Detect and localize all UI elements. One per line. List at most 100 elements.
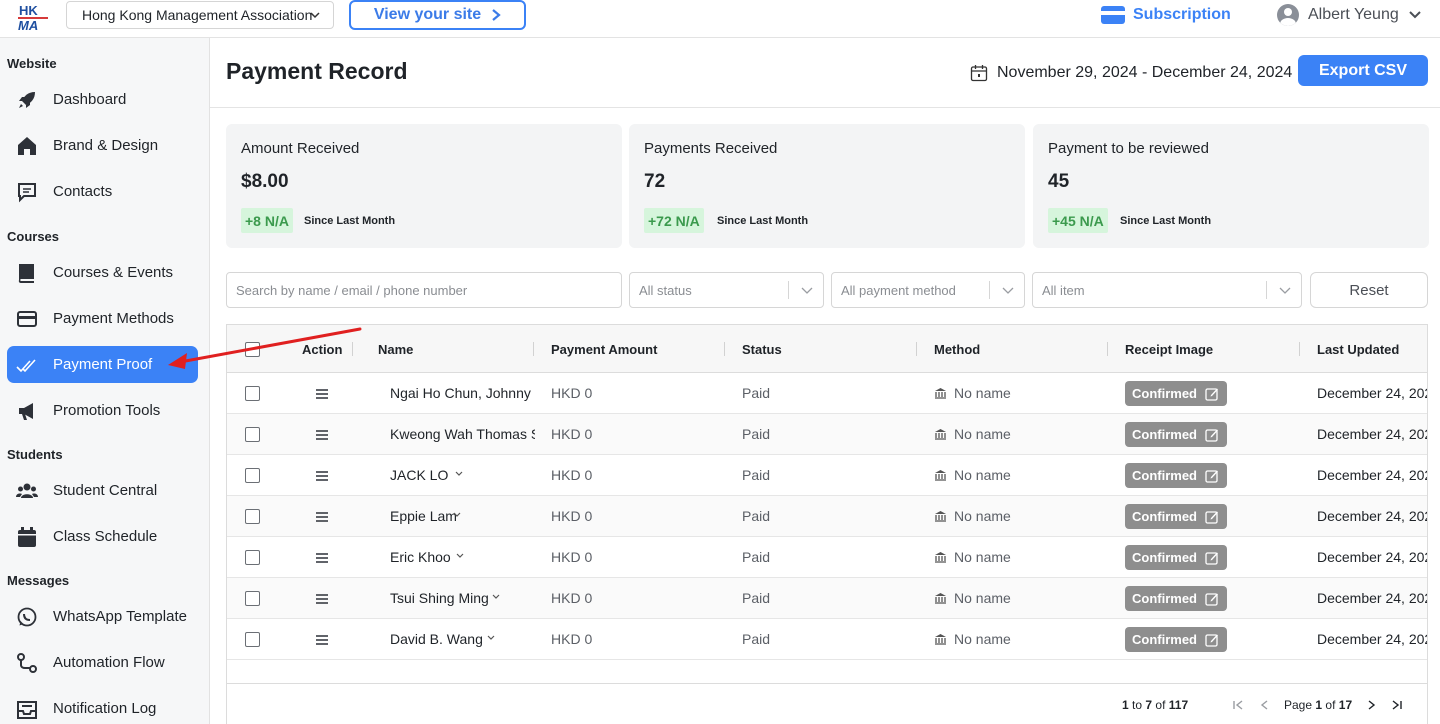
receipt-confirmed-button[interactable]: Confirmed [1125, 586, 1227, 611]
menu-icon[interactable] [316, 512, 328, 522]
status-filter-select[interactable]: All status [629, 272, 824, 308]
row-last-updated: December 24, 2024 [1317, 385, 1428, 401]
row-amount: HKD 0 [551, 467, 593, 483]
sidebar-item-student-central[interactable]: Student Central [7, 472, 198, 509]
row-checkbox[interactable] [245, 632, 260, 647]
chevron-down-icon[interactable] [456, 553, 464, 559]
receipt-status-label: Confirmed [1132, 509, 1197, 524]
menu-icon[interactable] [316, 635, 328, 645]
search-placeholder: Search by name / email / phone number [236, 282, 468, 298]
search-input[interactable]: Search by name / email / phone number [226, 272, 622, 308]
hkma-logo[interactable]: HK MA [16, 2, 54, 34]
rocket-icon [19, 92, 35, 108]
table-row[interactable]: JACK LO HKD 0 Paid No name Confirmed Dec… [227, 455, 1427, 496]
stat-card-payment-to-be-reviewed: Payment to be reviewed 45 +45 N/A Since … [1033, 124, 1429, 248]
export-csv-button[interactable]: Export CSV [1298, 55, 1428, 86]
stat-value: $8.00 [241, 171, 289, 192]
receipt-confirmed-button[interactable]: Confirmed [1125, 463, 1227, 488]
menu-icon[interactable] [316, 471, 328, 481]
user-name: Albert Yeung [1308, 6, 1399, 23]
column-name[interactable]: Name [378, 342, 413, 357]
sidebar-item-notification-log[interactable]: Notification Log [7, 690, 198, 724]
table-row[interactable]: Tsui Shing Ming HKD 0 Paid No name Confi… [227, 578, 1427, 619]
sidebar-item-brand-design[interactable]: Brand & Design [7, 127, 198, 164]
organization-name: Hong Kong Management Association [82, 7, 313, 23]
row-status: Paid [742, 549, 771, 565]
chevron-down-icon[interactable] [492, 594, 500, 600]
table-row[interactable]: David B. Wang HKD 0 Paid No name Confirm… [227, 619, 1427, 660]
sidebar-item-whatsapp-template[interactable]: WhatsApp Template [7, 598, 198, 635]
menu-icon[interactable] [316, 594, 328, 604]
row-checkbox[interactable] [245, 591, 260, 606]
item-filter-select[interactable]: All item [1032, 272, 1302, 308]
row-method-label: No name [954, 426, 1011, 442]
receipt-status-label: Confirmed [1132, 468, 1197, 483]
reset-button[interactable]: Reset [1310, 272, 1428, 308]
sidebar-item-promotion-tools[interactable]: Promotion Tools [7, 392, 198, 429]
column-status[interactable]: Status [742, 342, 782, 357]
column-method[interactable]: Method [934, 342, 980, 357]
sidebar-item-label: Student Central [53, 482, 158, 499]
column-separator [916, 342, 917, 356]
pagination-range: 1 to 7 of 117 [1122, 698, 1189, 712]
table-row[interactable]: Eric Khoo HKD 0 Paid No name Confirmed D… [227, 537, 1428, 578]
view-site-button[interactable]: View your site [349, 0, 526, 30]
row-last-updated: December 24, 2024 [1317, 549, 1428, 565]
sidebar-item-automation-flow[interactable]: Automation Flow [7, 644, 198, 681]
payment-method-filter-select[interactable]: All payment method [831, 272, 1025, 308]
receipt-confirmed-button[interactable]: Confirmed [1125, 381, 1227, 406]
date-range-picker[interactable]: November 29, 2024 - December 24, 2024 [970, 64, 1292, 82]
receipt-confirmed-button[interactable]: Confirmed [1125, 422, 1227, 447]
view-site-label: View your site [373, 6, 482, 23]
row-status: Paid [742, 631, 771, 647]
sidebar-item-label: Notification Log [53, 700, 157, 717]
stat-label: Amount Received [241, 140, 360, 157]
first-page-icon[interactable] [1232, 699, 1244, 711]
sidebar-item-label: Payment Methods [53, 310, 174, 327]
user-menu[interactable]: Albert Yeung [1277, 4, 1422, 26]
payment-table: Action Name Payment Amount Status Method… [226, 324, 1428, 724]
row-method-label: No name [954, 549, 1011, 565]
sidebar-item-class-schedule[interactable]: Class Schedule [7, 518, 198, 555]
next-page-icon[interactable] [1365, 699, 1377, 711]
sidebar-item-dashboard[interactable]: Dashboard [7, 81, 198, 118]
edit-icon [1205, 428, 1218, 442]
sidebar-item-label: WhatsApp Template [53, 608, 187, 625]
row-checkbox[interactable] [245, 509, 260, 524]
receipt-confirmed-button[interactable]: Confirmed [1125, 504, 1227, 529]
chevron-down-icon[interactable] [455, 471, 463, 477]
column-receipt-image[interactable]: Receipt Image [1125, 342, 1213, 357]
chevron-down-icon[interactable] [453, 512, 461, 518]
row-last-updated: December 24, 2024 [1317, 508, 1428, 524]
sidebar-item-courses-events[interactable]: Courses & Events [7, 254, 198, 291]
receipt-status-label: Confirmed [1132, 550, 1197, 565]
menu-icon[interactable] [316, 430, 328, 440]
row-checkbox[interactable] [245, 550, 260, 565]
column-payment-amount[interactable]: Payment Amount [551, 342, 657, 357]
row-checkbox[interactable] [245, 468, 260, 483]
last-page-icon[interactable] [1391, 699, 1403, 711]
row-checkbox[interactable] [245, 427, 260, 442]
chevron-down-icon [310, 12, 320, 19]
sidebar-item-label: Promotion Tools [53, 402, 161, 419]
organization-select[interactable]: Hong Kong Management Association [66, 1, 334, 29]
menu-icon[interactable] [316, 389, 328, 399]
row-status: Paid [742, 590, 771, 606]
row-amount: HKD 0 [551, 631, 593, 647]
row-amount: HKD 0 [551, 508, 593, 524]
receipt-confirmed-button[interactable]: Confirmed [1125, 545, 1227, 570]
sidebar-item-label: Contacts [53, 183, 113, 200]
column-last-updated[interactable]: Last Updated [1317, 342, 1399, 357]
sidebar-item-contacts[interactable]: Contacts [7, 173, 198, 210]
page-title: Payment Record [226, 58, 408, 84]
menu-icon[interactable] [316, 553, 328, 563]
chevron-down-icon[interactable] [487, 635, 495, 641]
table-row[interactable]: Ngai Ho Chun, Johnny HKD 0 Paid No name … [227, 373, 1428, 414]
row-checkbox[interactable] [245, 386, 260, 401]
table-row[interactable]: Kweong Wah Thomas So HKD 0 Paid No name … [227, 414, 1427, 455]
receipt-confirmed-button[interactable]: Confirmed [1125, 627, 1227, 652]
chevron-down-icon [801, 287, 813, 294]
previous-page-icon[interactable] [1259, 699, 1271, 711]
subscription-link[interactable]: Subscription [1100, 5, 1231, 25]
table-row[interactable]: Eppie Lam HKD 0 Paid No name Confirmed D… [227, 496, 1428, 537]
